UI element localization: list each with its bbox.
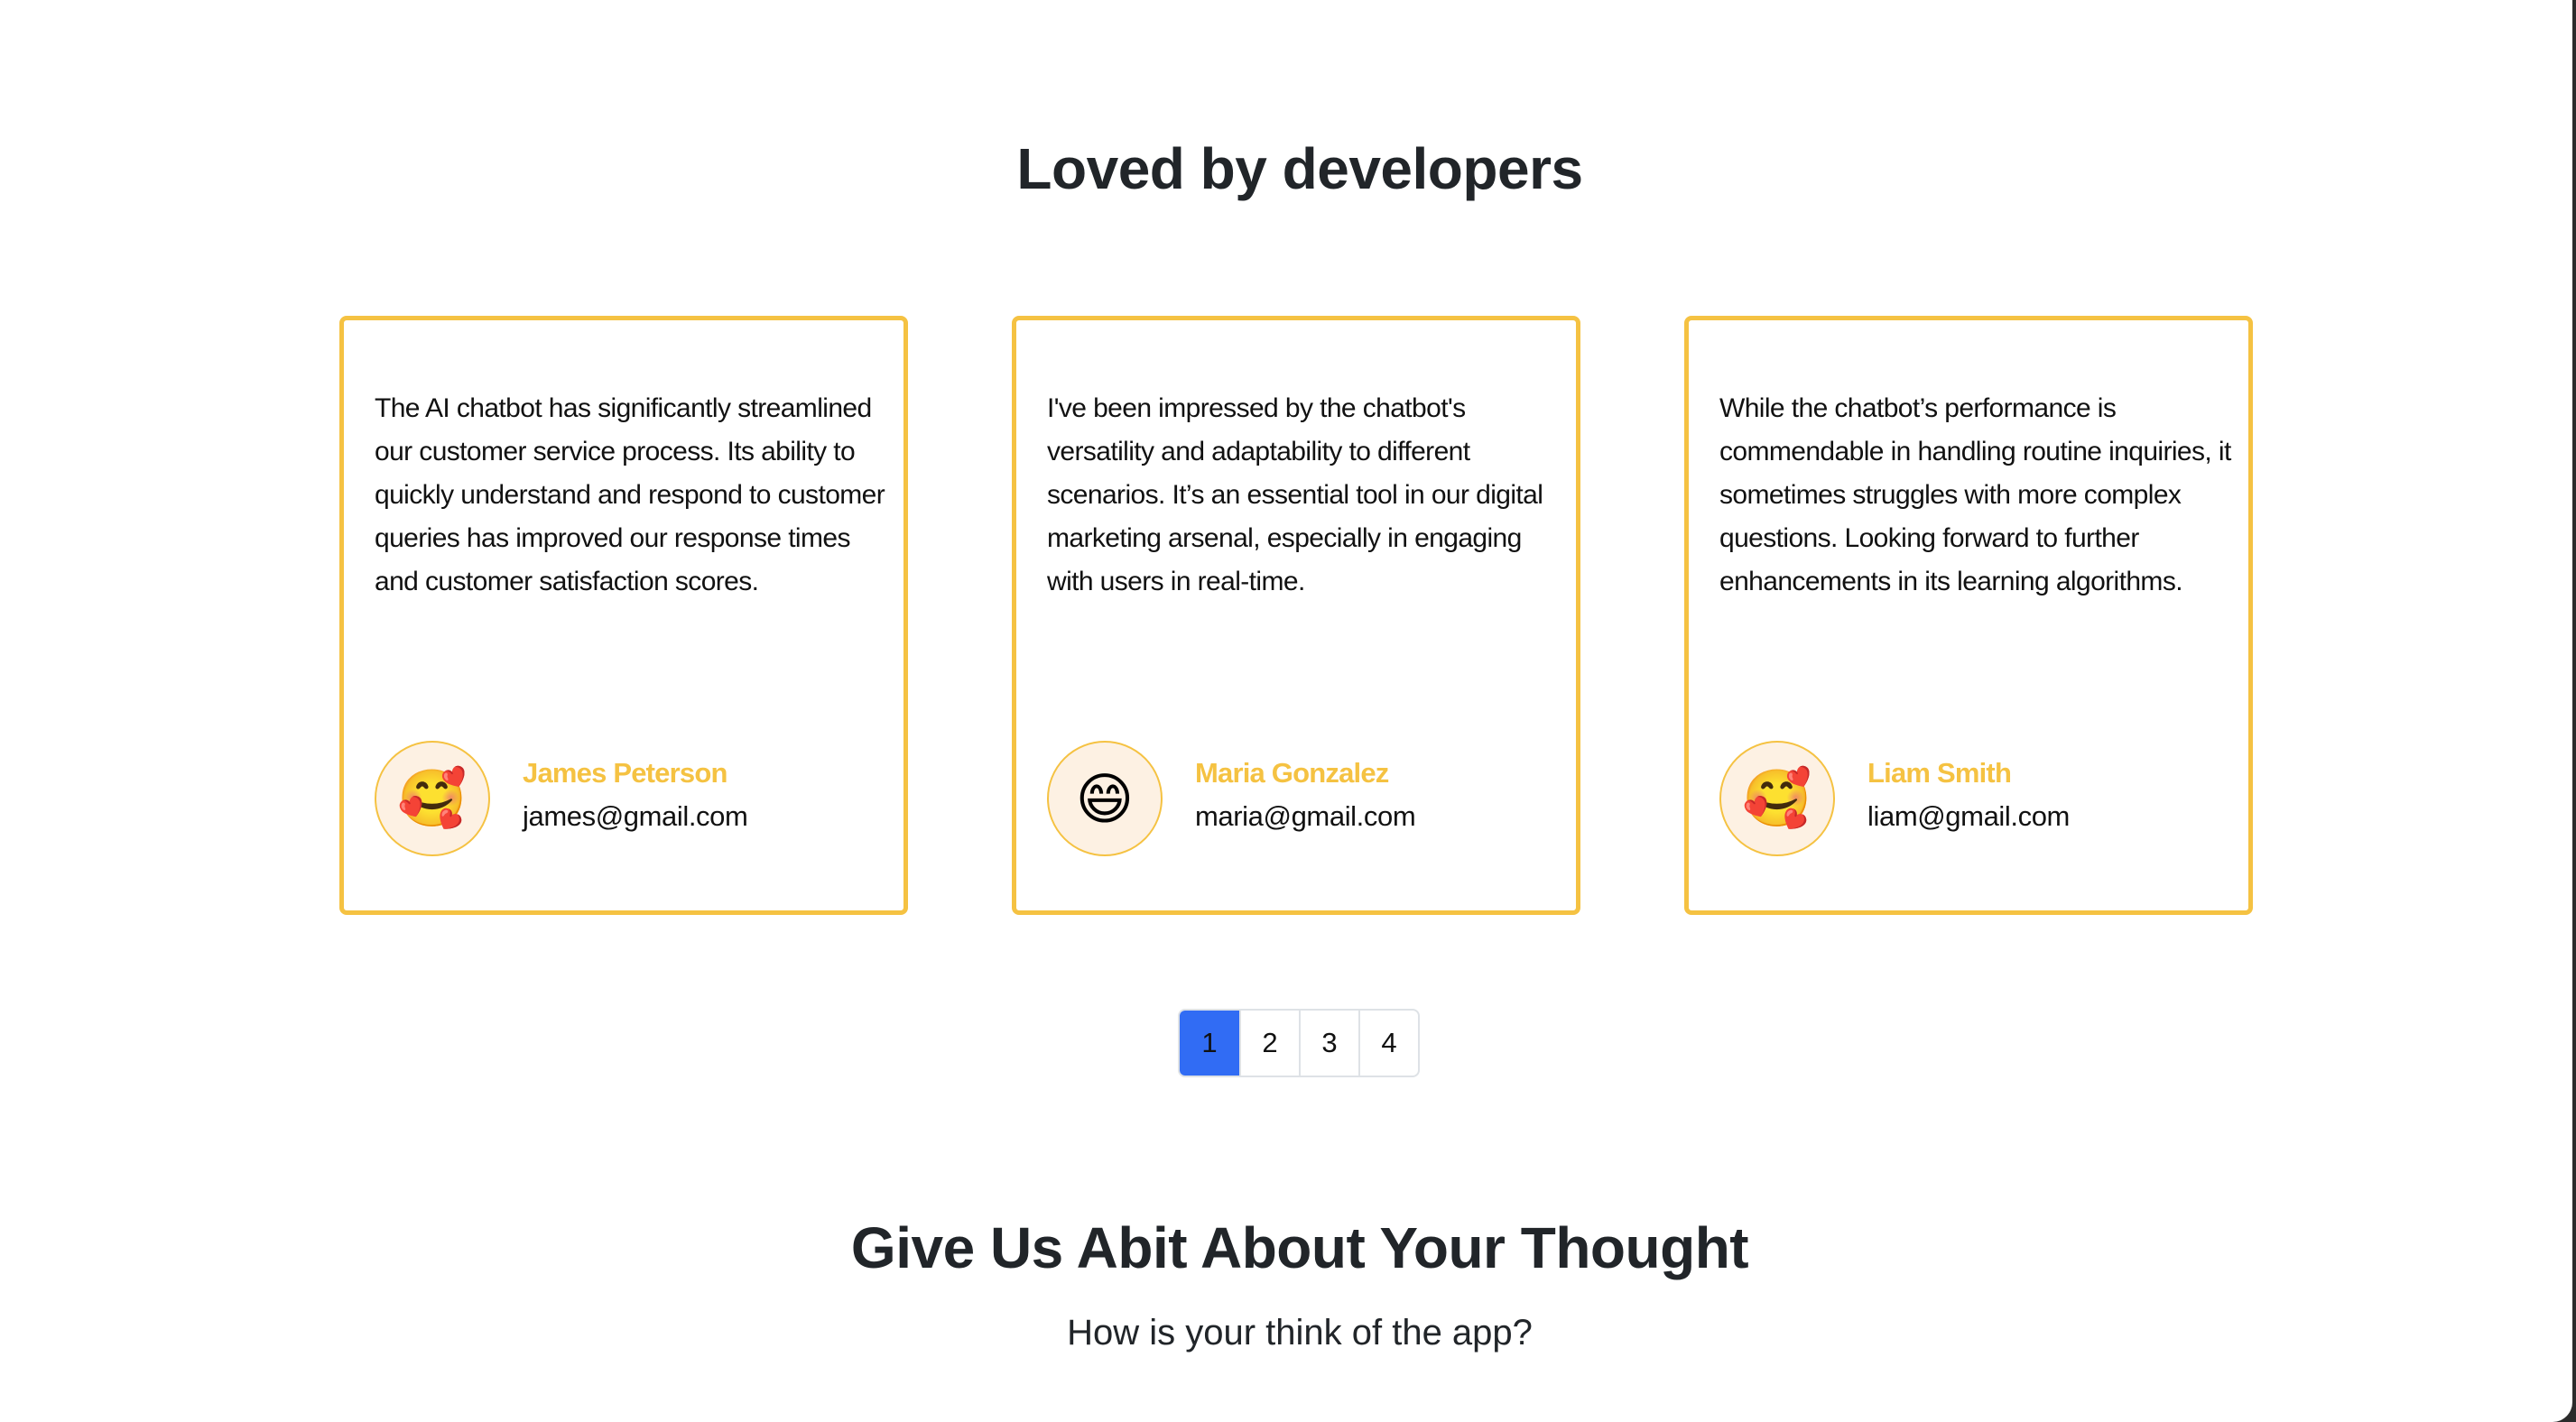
author-email: maria@gmail.com — [1195, 800, 1416, 832]
testimonial-text: While the chatbot’s performance is comme… — [1719, 393, 2231, 596]
avatar: 🥰 — [1719, 741, 1835, 856]
testimonial-text: I've been impressed by the chatbot's ver… — [1047, 393, 1543, 596]
page: Loved by developers The AI chatbot has s… — [0, 0, 2572, 1422]
page-button-1[interactable]: 1 — [1180, 1011, 1239, 1076]
author-name: James Peterson — [523, 757, 727, 789]
author-email: james@gmail.com — [523, 800, 748, 832]
page-button-4[interactable]: 4 — [1358, 1011, 1418, 1076]
avatar: 🥰 — [375, 741, 490, 856]
smiling-face-with-hearts-icon: 🥰 — [397, 767, 468, 830]
feedback-subtitle: How is your think of the app? — [1067, 1313, 1533, 1353]
testimonial-card: While the chatbot’s performance is comme… — [1684, 316, 2253, 915]
author-name: Maria Gonzalez — [1195, 757, 1389, 789]
avatar: 😄 — [1047, 741, 1163, 856]
testimonial-card: The AI chatbot has significantly streaml… — [339, 316, 908, 915]
smiling-face-with-hearts-icon: 🥰 — [1742, 767, 1812, 830]
grinning-face-icon: 😄 — [1075, 768, 1135, 831]
pagination: 1 2 3 4 — [1178, 1009, 1420, 1077]
author-email: liam@gmail.com — [1867, 800, 2070, 832]
page-button-2[interactable]: 2 — [1239, 1011, 1299, 1076]
testimonials-title: Loved by developers — [1016, 136, 1583, 201]
testimonial-text: The AI chatbot has significantly streaml… — [375, 393, 885, 596]
page-button-3[interactable]: 3 — [1299, 1011, 1358, 1076]
feedback-title: Give Us Abit About Your Thought — [850, 1215, 1749, 1280]
testimonial-card: I've been impressed by the chatbot's ver… — [1012, 316, 1580, 915]
author-name: Liam Smith — [1867, 757, 2012, 789]
